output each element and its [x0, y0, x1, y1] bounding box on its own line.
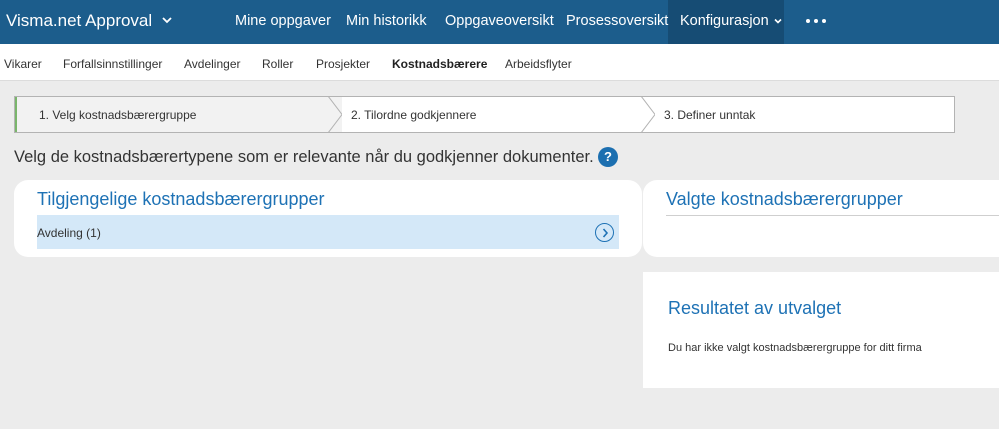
topnav-konfigurasjon-label: Konfigurasjon — [680, 13, 769, 29]
chevron-down-icon[interactable] — [160, 13, 174, 27]
wizard-step-3-label: 3. Definer unntak — [664, 108, 756, 122]
result-message: Du har ikke valgt kostnadsbærergruppe fo… — [668, 342, 922, 354]
divider — [666, 215, 999, 216]
topnav-mine-oppgaver[interactable]: Mine oppgaver — [235, 13, 331, 29]
subnav-roller[interactable]: Roller — [262, 57, 293, 71]
result-panel: Resultatet av utvalget Du har ikke valgt… — [643, 272, 999, 388]
subnav-arbeidsflyter[interactable]: Arbeidsflyter — [505, 57, 572, 71]
topnav-min-historikk[interactable]: Min historikk — [346, 13, 427, 29]
chevron-right-icon[interactable] — [595, 223, 614, 242]
top-navigation-bar: Visma.net Approval Mine oppgaver Min his… — [0, 0, 999, 44]
wizard-step-1-label: 1. Velg kostnadsbærergruppe — [39, 108, 197, 122]
sub-navigation-bar: Vikarer Forfallsinnstillinger Avdelinger… — [0, 44, 999, 81]
selected-groups-panel: Valgte kostnadsbærergrupper — [643, 180, 999, 257]
subnav-forfallsinnstillinger[interactable]: Forfallsinnstillinger — [63, 57, 162, 71]
step-separator-icon — [328, 96, 342, 133]
selected-groups-title: Valgte kostnadsbærergrupper — [666, 189, 903, 209]
available-groups-panel: Tilgjengelige kostnadsbærergrupper Avdel… — [14, 180, 642, 257]
more-dots-icon[interactable] — [806, 19, 826, 23]
wizard-step-3[interactable]: 3. Definer unntak — [658, 97, 954, 132]
subnav-avdelinger[interactable]: Avdelinger — [184, 57, 240, 71]
topnav-prosessoversikt[interactable]: Prosessoversikt — [566, 13, 668, 29]
step-separator-icon — [641, 96, 655, 133]
subnav-vikarer[interactable]: Vikarer — [4, 57, 42, 71]
app-title[interactable]: Visma.net Approval — [6, 11, 152, 31]
subnav-kostnadsbaerere[interactable]: Kostnadsbærere — [392, 57, 487, 71]
available-groups-title: Tilgjengelige kostnadsbærergrupper — [37, 189, 325, 209]
wizard-step-2-label: 2. Tilordne godkjennere — [351, 108, 477, 122]
list-item-label: Avdeling (1) — [37, 226, 101, 240]
chevron-down-icon — [774, 19, 782, 24]
wizard-step-2[interactable]: 2. Tilordne godkjennere — [345, 97, 641, 132]
help-icon[interactable]: ? — [598, 147, 618, 167]
list-item[interactable]: Avdeling (1) — [37, 215, 619, 249]
wizard-steps: 1. Velg kostnadsbærergruppe 2. Tilordne … — [14, 96, 955, 133]
result-title: Resultatet av utvalget — [668, 298, 842, 318]
topnav-oppgaveoversikt[interactable]: Oppgaveoversikt — [445, 13, 554, 29]
subnav-prosjekter[interactable]: Prosjekter — [316, 57, 370, 71]
wizard-step-1[interactable]: 1. Velg kostnadsbærergruppe — [15, 97, 342, 132]
intro-text: Velg de kostnadsbærertypene som er relev… — [14, 148, 594, 166]
topnav-konfigurasjon[interactable]: Konfigurasjon — [680, 13, 783, 29]
